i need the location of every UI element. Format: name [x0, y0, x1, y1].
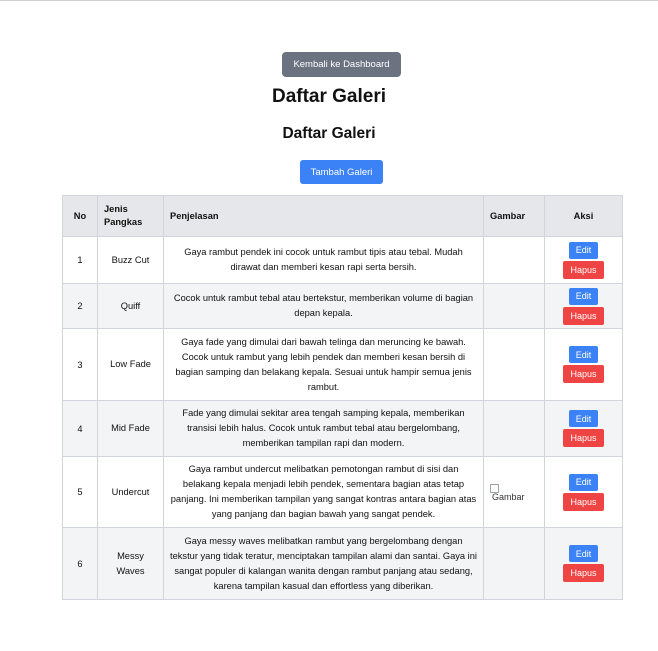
cell-penjelasan: Gaya rambut undercut melibatkan pemotong…: [163, 456, 484, 528]
table-row: 3 Low Fade Gaya fade yang dimulai dari baw…: [62, 328, 623, 401]
table-row: 6 Messy Waves Gaya messy waves melibatkan …: [62, 527, 623, 600]
cell-no: 4: [62, 400, 98, 457]
table-row: 1 Buzz Cut Gaya rambut pendek ini cocok un…: [62, 236, 623, 284]
edit-button[interactable]: Edit: [568, 287, 599, 305]
back-to-dashboard-button[interactable]: Kembali ke Dashboard: [282, 52, 401, 77]
cell-penjelasan: Gaya rambut pendek ini cocok untuk rambu…: [163, 236, 484, 284]
section-title: Daftar Galeri: [282, 125, 376, 142]
cell-gambar: [483, 328, 545, 401]
delete-button[interactable]: Hapus: [563, 260, 604, 279]
row-actions: Edit Hapus: [551, 241, 616, 279]
delete-button[interactable]: Hapus: [563, 365, 604, 383]
column-header-aksi: Aksi: [544, 195, 623, 237]
broken-image-icon: [490, 483, 499, 493]
cell-penjelasan: Gaya fade yang dimulai dari bawah teling…: [163, 328, 484, 401]
cell-jenis-pangkas: Quiff: [97, 283, 164, 329]
cell-jenis-pangkas: Messy Waves: [97, 527, 164, 600]
table-row: 4 Mid Fade Fade yang dimulai sekitar area …: [62, 400, 623, 457]
cell-jenis-pangkas: Undercut: [97, 456, 164, 528]
top-divider: [0, 0, 658, 1]
table-row: 2 Quiff Cocok untuk rambut tebal atau bert…: [62, 283, 623, 329]
cell-gambar: [483, 527, 545, 600]
image-alt-text: Gambar: [492, 491, 525, 502]
delete-button[interactable]: Hapus: [563, 306, 604, 325]
cell-no: 6: [62, 527, 98, 600]
cell-no: 3: [62, 328, 98, 401]
edit-button[interactable]: Edit: [568, 473, 599, 491]
cell-gambar: [483, 283, 545, 329]
cell-gambar: [483, 236, 545, 284]
cell-aksi: Edit Hapus: [544, 236, 623, 284]
column-header-gambar: Gambar: [483, 195, 545, 237]
cell-no: 5: [62, 456, 98, 528]
gallery-table: No Jenis Pangkas Penjelasan Gambar Aksi …: [62, 195, 623, 600]
cell-aksi: Edit Hapus: [544, 328, 623, 401]
cell-aksi: Edit Hapus: [544, 456, 623, 528]
cell-aksi: Edit Hapus: [544, 283, 623, 329]
row-actions: Edit Hapus: [551, 410, 616, 447]
cell-no: 1: [62, 236, 98, 284]
cell-jenis-pangkas: Low Fade: [97, 328, 164, 401]
delete-button[interactable]: Hapus: [563, 429, 604, 447]
column-header-penjelasan: Penjelasan: [163, 195, 484, 237]
cell-jenis-pangkas: Buzz Cut: [97, 236, 164, 284]
row-actions: Edit Hapus: [551, 287, 616, 325]
row-actions: Edit Hapus: [551, 545, 616, 582]
edit-button[interactable]: Edit: [568, 410, 599, 427]
gallery-image: Gambar: [490, 483, 525, 502]
cell-no: 2: [62, 283, 98, 329]
row-actions: Edit Hapus: [551, 346, 616, 383]
cell-penjelasan: Cocok untuk rambut tebal atau bertekstur…: [163, 283, 484, 329]
delete-button[interactable]: Hapus: [563, 564, 604, 582]
cell-aksi: Edit Hapus: [544, 527, 623, 600]
cell-penjelasan: Gaya messy waves melibatkan rambut yang …: [163, 527, 484, 600]
cell-penjelasan: Fade yang dimulai sekitar area tengah sa…: [163, 400, 484, 457]
table-header-row: No Jenis Pangkas Penjelasan Gambar Aksi: [62, 195, 623, 237]
delete-button[interactable]: Hapus: [563, 492, 604, 511]
cell-gambar: [483, 400, 545, 457]
add-gallery-button[interactable]: Tambah Galeri: [300, 160, 383, 184]
cell-aksi: Edit Hapus: [544, 400, 623, 457]
cell-jenis-pangkas: Mid Fade: [97, 400, 164, 457]
edit-button[interactable]: Edit: [568, 346, 599, 363]
cell-gambar: Gambar: [483, 456, 545, 528]
column-header-no: No: [62, 195, 98, 237]
row-actions: Edit Hapus: [551, 473, 616, 511]
column-header-jenis-pangkas: Jenis Pangkas: [97, 195, 164, 237]
page-title: Daftar Galeri: [271, 86, 387, 107]
table-row: 5 Undercut Gaya rambut undercut melibatkan…: [62, 456, 623, 528]
edit-button[interactable]: Edit: [568, 545, 599, 562]
edit-button[interactable]: Edit: [568, 241, 599, 259]
